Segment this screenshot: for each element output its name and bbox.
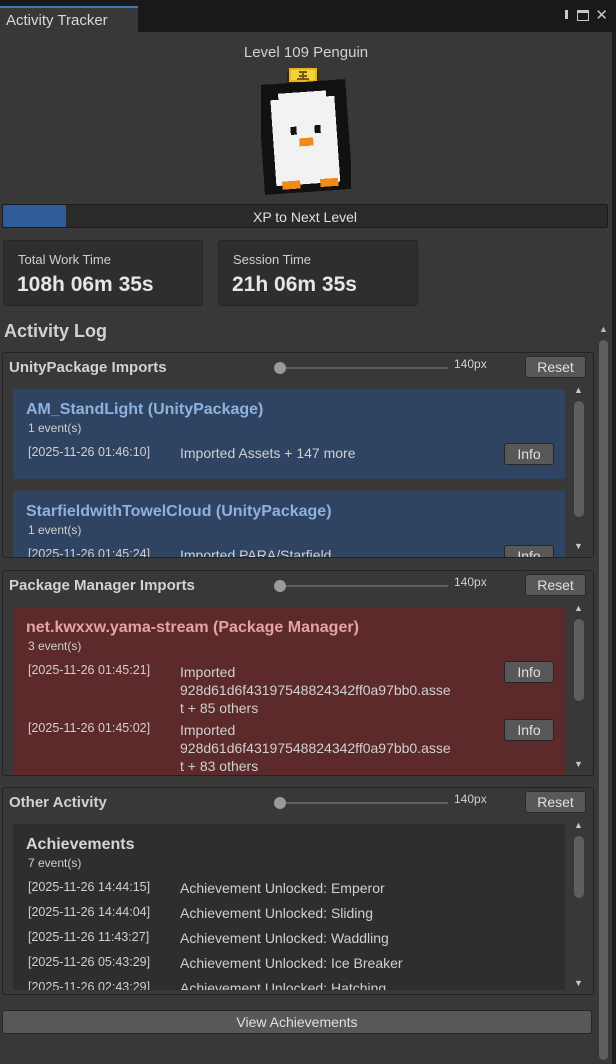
info-button[interactable]: Info bbox=[504, 443, 554, 465]
event-text-line: t + 85 others bbox=[180, 700, 259, 716]
scrollbar-thumb[interactable] bbox=[574, 619, 584, 701]
event-timestamp: [2025-11-26 01:45:21] bbox=[28, 663, 151, 677]
event-text: Imported PARA/Starfield... bbox=[180, 547, 344, 557]
stat-value: 108h 06m 35s bbox=[17, 273, 154, 296]
event-text: Achievement Unlocked: Hatching bbox=[180, 980, 387, 990]
scroll-up-icon[interactable]: ▲ bbox=[574, 385, 583, 395]
kebab-menu-icon[interactable] bbox=[565, 9, 571, 22]
session-time-card: Session Time 21h 06m 35s bbox=[218, 240, 418, 306]
scroll-down-icon[interactable]: ▼ bbox=[574, 978, 583, 988]
scrollbar-thumb[interactable] bbox=[599, 340, 608, 1060]
panel-title: Package Manager Imports bbox=[9, 577, 195, 594]
slider-value: 140px bbox=[454, 575, 487, 589]
stat-value: 21h 06m 35s bbox=[232, 273, 357, 296]
card-title: Achievements bbox=[26, 836, 135, 853]
event-text: Imported 928d61d6f43197548824342ff0a97bb… bbox=[180, 721, 451, 775]
activity-tracker-panel: Level 109 Penguin XP to Next Level Total… bbox=[0, 32, 612, 1064]
window-edge bbox=[612, 32, 616, 1064]
event-text: Achievement Unlocked: Waddling bbox=[180, 930, 389, 946]
package-card: AM_StandLight (UnityPackage) 1 event(s) … bbox=[13, 389, 565, 479]
level-title: Level 109 Penguin bbox=[243, 44, 369, 61]
achievements-card: Achievements 7 event(s) [2025-11-26 14:4… bbox=[13, 824, 565, 990]
tab-bar: Activity Tracker ✕ bbox=[0, 0, 616, 32]
event-timestamp: [2025-11-26 05:43:29] bbox=[28, 955, 151, 969]
panel-scrollbar[interactable]: ▲ ▼ bbox=[571, 820, 585, 992]
event-timestamp: [2025-11-26 14:44:15] bbox=[28, 880, 151, 894]
event-timestamp: [2025-11-26 01:45:24] bbox=[28, 547, 151, 557]
card-title: net.kwxxw.yama-stream (Package Manager) bbox=[26, 619, 359, 636]
reset-button[interactable]: Reset bbox=[525, 356, 586, 378]
package-card: net.kwxxw.yama-stream (Package Manager) … bbox=[13, 607, 565, 775]
reset-button[interactable]: Reset bbox=[525, 574, 586, 596]
height-slider[interactable] bbox=[274, 580, 448, 592]
stat-label: Session Time bbox=[233, 252, 312, 267]
events-viewport: Achievements 7 event(s) [2025-11-26 14:4… bbox=[11, 818, 567, 990]
scroll-up-icon[interactable]: ▲ bbox=[599, 324, 608, 334]
event-timestamp: [2025-11-26 02:43:29] bbox=[28, 980, 151, 990]
maximize-icon[interactable] bbox=[577, 10, 590, 21]
height-slider[interactable] bbox=[274, 362, 448, 374]
close-icon[interactable]: ✕ bbox=[595, 8, 608, 23]
event-text: Imported 928d61d6f43197548824342ff0a97bb… bbox=[180, 663, 451, 717]
scroll-up-icon[interactable]: ▲ bbox=[574, 603, 583, 613]
event-count: 7 event(s) bbox=[28, 856, 82, 870]
info-button[interactable]: Info bbox=[504, 661, 554, 683]
panel-scrollbar[interactable]: ▲ ▼ bbox=[571, 603, 585, 773]
window-controls: ✕ bbox=[565, 8, 608, 23]
info-button[interactable]: Info bbox=[504, 719, 554, 741]
event-count: 3 event(s) bbox=[28, 639, 82, 653]
slider-knob[interactable] bbox=[274, 362, 286, 374]
card-title: StarfieldwithTowelCloud (UnityPackage) bbox=[26, 503, 332, 520]
unitypackage-imports-panel: UnityPackage Imports 140px Reset AM_Stan… bbox=[2, 352, 594, 558]
scrollbar-thumb[interactable] bbox=[574, 401, 584, 517]
slider-knob[interactable] bbox=[274, 580, 286, 592]
panel-scrollbar[interactable]: ▲ ▼ bbox=[571, 385, 585, 555]
event-timestamp: [2025-11-26 01:46:10] bbox=[28, 445, 151, 459]
activity-log-scrollbar[interactable]: ▲ bbox=[597, 322, 610, 1062]
event-text: Imported Assets + 147 more bbox=[180, 445, 356, 461]
other-activity-panel: Other Activity 140px Reset Achievements … bbox=[2, 787, 594, 995]
events-viewport: net.kwxxw.yama-stream (Package Manager) … bbox=[11, 601, 567, 775]
event-text-line: Imported bbox=[180, 722, 236, 738]
event-count: 1 event(s) bbox=[28, 523, 82, 537]
event-text-line: 928d61d6f43197548824342ff0a97bb0.asse bbox=[180, 682, 451, 698]
tab-activity-tracker[interactable]: Activity Tracker bbox=[0, 6, 138, 32]
height-slider[interactable] bbox=[274, 797, 448, 809]
reset-button[interactable]: Reset bbox=[525, 791, 586, 813]
package-manager-imports-panel: Package Manager Imports 140px Reset net.… bbox=[2, 570, 594, 776]
scroll-down-icon[interactable]: ▼ bbox=[574, 541, 583, 551]
panel-title: UnityPackage Imports bbox=[9, 359, 167, 376]
event-timestamp: [2025-11-26 11:43:27] bbox=[28, 930, 150, 944]
event-count: 1 event(s) bbox=[28, 421, 82, 435]
view-achievements-button[interactable]: View Achievements bbox=[2, 1010, 592, 1034]
event-text: Achievement Unlocked: Ice Breaker bbox=[180, 955, 403, 971]
package-card: StarfieldwithTowelCloud (UnityPackage) 1… bbox=[13, 491, 565, 557]
info-button[interactable]: Info bbox=[504, 545, 554, 557]
card-title: AM_StandLight (UnityPackage) bbox=[26, 401, 264, 418]
event-text: Achievement Unlocked: Emperor bbox=[180, 880, 385, 896]
xp-progress-bar: XP to Next Level bbox=[2, 204, 608, 228]
penguin-avatar bbox=[261, 68, 351, 195]
event-text-line: t + 83 others bbox=[180, 758, 259, 774]
slider-value: 140px bbox=[454, 357, 487, 371]
scroll-up-icon[interactable]: ▲ bbox=[574, 820, 583, 830]
panel-title: Other Activity bbox=[9, 794, 107, 811]
total-work-time-card: Total Work Time 108h 06m 35s bbox=[3, 240, 203, 306]
tab-title: Activity Tracker bbox=[6, 12, 108, 29]
stat-label: Total Work Time bbox=[18, 252, 111, 267]
slider-knob[interactable] bbox=[274, 797, 286, 809]
event-text: Achievement Unlocked: Sliding bbox=[180, 905, 373, 921]
events-viewport: AM_StandLight (UnityPackage) 1 event(s) … bbox=[11, 383, 567, 557]
event-timestamp: [2025-11-26 01:45:02] bbox=[28, 721, 151, 735]
scroll-down-icon[interactable]: ▼ bbox=[574, 759, 583, 769]
activity-log-title: Activity Log bbox=[4, 321, 108, 341]
event-text-line: 928d61d6f43197548824342ff0a97bb0.asse bbox=[180, 740, 451, 756]
slider-value: 140px bbox=[454, 792, 487, 806]
event-timestamp: [2025-11-26 14:44:04] bbox=[28, 905, 151, 919]
scrollbar-thumb[interactable] bbox=[574, 836, 584, 898]
xp-label: XP to Next Level bbox=[252, 209, 358, 225]
event-text-line: Imported bbox=[180, 664, 236, 680]
